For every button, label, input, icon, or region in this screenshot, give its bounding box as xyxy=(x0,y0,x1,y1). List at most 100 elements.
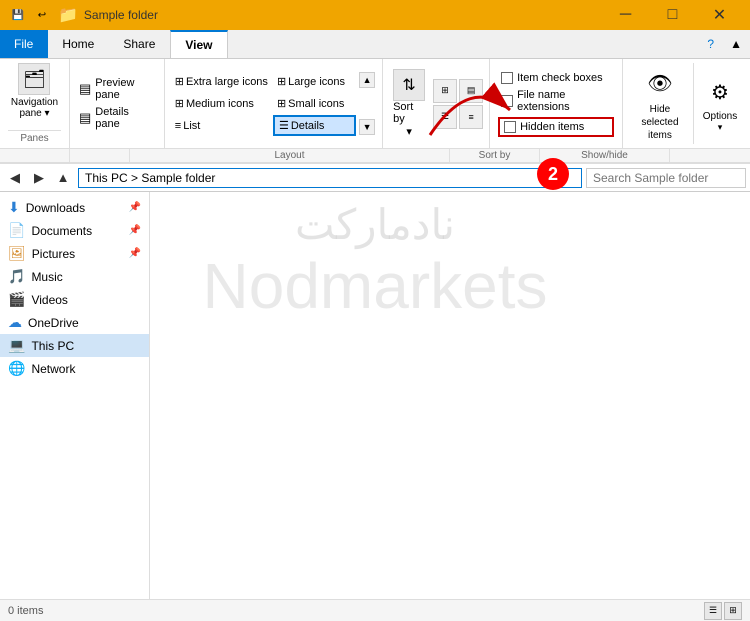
layout-group: ⊞ Extra large icons ⊞ Large icons ⊞ Medi… xyxy=(165,59,383,148)
navigation-pane-button[interactable]: 🗂 Navigation pane ▾ xyxy=(11,63,58,119)
sidebar-item-videos[interactable]: 🎬 Videos xyxy=(0,288,149,311)
tab-file[interactable]: File xyxy=(0,30,48,58)
sidebar-item-pictures[interactable]: 🖼 Pictures 📌 xyxy=(0,242,149,265)
sidebar-item-network[interactable]: 🌐 Network xyxy=(0,357,149,380)
music-label: Music xyxy=(31,270,62,284)
up-button[interactable]: ▲ xyxy=(52,167,74,189)
ribbon: File Home Share View ? ▲ 🗂 Navigation pa… xyxy=(0,30,750,164)
title-bar-controls: ─ □ ✕ xyxy=(603,0,742,30)
pictures-pin-icon: 📌 xyxy=(129,248,141,259)
details-pane-button[interactable]: ▤ Details pane xyxy=(76,105,158,131)
hidden-items-button[interactable]: Hidden items xyxy=(498,117,614,137)
status-large-icons-view[interactable]: ⊞ xyxy=(724,602,742,620)
file-content[interactable] xyxy=(150,192,750,599)
list-button[interactable]: ≡ List xyxy=(171,115,272,136)
title-bar-left: 💾 ↩ 📁 Sample folder xyxy=(8,5,158,25)
large-icon: ⊞ xyxy=(277,75,286,88)
details-label: Details xyxy=(291,120,325,132)
forward-button[interactable]: ▶ xyxy=(28,167,50,189)
address-navigation: ◀ ▶ ▲ xyxy=(4,167,74,189)
pictures-icon: 🖼 xyxy=(8,245,26,262)
extra-large-icons-button[interactable]: ⊞ Extra large icons xyxy=(171,71,272,92)
sidebar-item-downloads[interactable]: ⬇ Downloads 📌 xyxy=(0,196,149,219)
items-count: 0 items xyxy=(8,605,43,617)
extra-large-label: Extra large icons xyxy=(186,76,268,88)
documents-pin-icon: 📌 xyxy=(129,225,141,236)
file-name-extensions-button[interactable]: File name extensions xyxy=(498,88,614,114)
ribbon-content: 🗂 Navigation pane ▾ Panes ▤ Preview pane… xyxy=(0,59,750,149)
documents-icon: 📄 xyxy=(8,222,25,239)
view-size-row2: ☰ ≡ xyxy=(433,105,483,129)
tab-home[interactable]: Home xyxy=(48,30,109,58)
downloads-pin-icon: 📌 xyxy=(129,202,141,213)
preview-pane-icon: ▤ xyxy=(79,81,91,97)
network-label: Network xyxy=(31,362,75,376)
options-button[interactable]: ⚙ Options ▾ xyxy=(693,63,746,144)
tab-share[interactable]: Share xyxy=(109,30,170,58)
thispc-label: This PC xyxy=(31,339,74,353)
medium-icons-button[interactable]: ⊞ Medium icons xyxy=(171,93,272,114)
panes-group-label: Panes xyxy=(8,130,61,144)
sidebar-item-music[interactable]: 🎵 Music xyxy=(0,265,149,288)
medium-icons-label: Medium icons xyxy=(186,98,254,110)
hide-options-group: 👁 Hide selecteditems ⚙ Options ▾ xyxy=(623,59,750,148)
view-size-medium[interactable]: ▤ xyxy=(459,79,483,103)
item-check-boxes-button[interactable]: Item check boxes xyxy=(498,71,614,85)
documents-label: Documents xyxy=(31,224,92,238)
help-button[interactable]: ? xyxy=(699,30,722,58)
layout-grid: ⊞ Extra large icons ⊞ Large icons ⊞ Medi… xyxy=(171,71,356,136)
sidebar: ⬇ Downloads 📌 📄 Documents 📌 🖼 Pictures 📌… xyxy=(0,192,150,599)
options-label: Options xyxy=(703,111,737,122)
small-icon: ⊞ xyxy=(277,97,286,110)
panes-label xyxy=(0,149,70,162)
music-icon: 🎵 xyxy=(8,268,25,285)
list-label: List xyxy=(183,120,200,132)
sidebar-item-documents[interactable]: 📄 Documents 📌 xyxy=(0,219,149,242)
status-bar: 0 items ☰ ⊞ xyxy=(0,599,750,621)
title-bar: 💾 ↩ 📁 Sample folder ─ □ ✕ xyxy=(0,0,750,30)
onedrive-icon: ☁ xyxy=(8,314,22,331)
panes-label2 xyxy=(70,149,130,162)
large-icons-button[interactable]: ⊞ Large icons xyxy=(273,71,356,92)
view-size-large[interactable]: ⊞ xyxy=(433,79,457,103)
view-size-icons: ⊞ ▤ ☰ ≡ xyxy=(433,79,483,129)
back-button[interactable]: ◀ xyxy=(4,167,26,189)
status-details-view[interactable]: ☰ xyxy=(704,602,722,620)
sort-by-button[interactable]: ⇅ Sort by ▾ xyxy=(389,67,429,140)
ribbon-group-labels: Layout Sort by Show/hide xyxy=(0,149,750,163)
quick-undo-btn[interactable]: ↩ xyxy=(32,5,52,25)
minimize-button[interactable]: ─ xyxy=(603,0,648,30)
panes-group: ▤ Preview pane ▤ Details pane xyxy=(70,59,165,148)
preview-pane-button[interactable]: ▤ Preview pane xyxy=(76,76,158,102)
close-button[interactable]: ✕ xyxy=(697,0,742,30)
options-arrow: ▾ xyxy=(718,122,723,133)
small-icons-button[interactable]: ⊞ Small icons xyxy=(273,93,356,114)
onedrive-label: OneDrive xyxy=(28,316,79,330)
nav-pane-icon: 🗂 xyxy=(18,63,50,95)
details-button[interactable]: ☰ Details xyxy=(273,115,356,136)
view-size-row1: ⊞ ▤ xyxy=(433,79,483,103)
view-size-list[interactable]: ☰ xyxy=(433,105,457,129)
list-icon: ≡ xyxy=(175,120,181,132)
medium-icon: ⊞ xyxy=(175,97,184,110)
view-size-details[interactable]: ≡ xyxy=(459,105,483,129)
item-check-boxes-label: Item check boxes xyxy=(517,72,603,84)
hide-selected-button[interactable]: 👁 Hide selecteditems xyxy=(627,63,693,144)
maximize-button[interactable]: □ xyxy=(650,0,695,30)
window-title: Sample folder xyxy=(84,8,158,22)
sidebar-item-onedrive[interactable]: ☁ OneDrive xyxy=(0,311,149,334)
layout-scroll-up[interactable]: ▲ xyxy=(359,72,375,88)
tab-view[interactable]: View xyxy=(170,30,227,58)
address-path-input[interactable] xyxy=(78,168,582,188)
downloads-label: Downloads xyxy=(26,201,85,215)
quick-save-btn[interactable]: 💾 xyxy=(8,5,28,25)
current-view-group: ⇅ Sort by ▾ ⊞ ▤ ☰ ≡ xyxy=(383,59,490,148)
layout-rows: ⊞ Extra large icons ⊞ Large icons ⊞ Medi… xyxy=(171,71,376,136)
search-input[interactable] xyxy=(586,168,746,188)
sidebar-item-thispc[interactable]: 💻 This PC xyxy=(0,334,149,357)
layout-scroll-down[interactable]: ▼ xyxy=(359,119,375,135)
file-name-extensions-checkbox xyxy=(501,95,513,107)
quick-access: 💾 ↩ xyxy=(8,5,52,25)
collapse-ribbon-button[interactable]: ▲ xyxy=(722,30,750,58)
hide-selected-label: Hide selecteditems xyxy=(635,103,685,142)
